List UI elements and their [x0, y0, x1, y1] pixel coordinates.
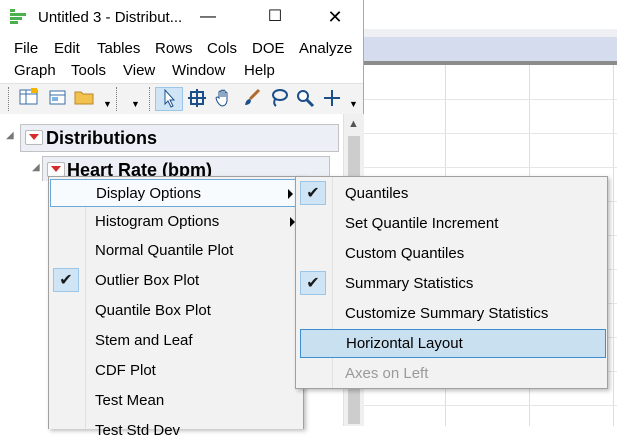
display-options-submenu: ✔ Quantiles Set Quantile Increment Custo…: [295, 176, 608, 389]
menu-item-quantiles[interactable]: ✔ Quantiles: [296, 179, 607, 209]
open-icon[interactable]: [47, 88, 69, 110]
menu-item-test-mean[interactable]: Test Mean: [49, 386, 303, 416]
menu-item-axes-on-left: Axes on Left: [296, 359, 607, 389]
menu-item-outlier-box-plot[interactable]: ✔ Outlier Box Plot: [49, 266, 303, 296]
menu-item-summary-statistics[interactable]: ✔ Summary Statistics: [296, 269, 607, 299]
menu-item-customize-summary-statistics[interactable]: Customize Summary Statistics: [296, 299, 607, 329]
menu-item-label: Quantile Box Plot: [95, 302, 211, 319]
menu-tools[interactable]: Tools: [71, 62, 106, 79]
menu-item-label: Set Quantile Increment: [345, 215, 499, 232]
menu-item-label: Customize Summary Statistics: [345, 305, 549, 322]
menu-item-histogram-options[interactable]: Histogram Options: [49, 207, 303, 237]
red-triangle-menu-icon[interactable]: [25, 130, 43, 145]
menu-item-label: Normal Quantile Plot: [95, 242, 234, 259]
hand-icon[interactable]: [213, 88, 237, 110]
menu-item-label: Outlier Box Plot: [95, 272, 200, 289]
maximize-button[interactable]: ☐: [252, 0, 298, 34]
menu-item-label: CDF Plot: [95, 362, 156, 379]
menu-item-display-options[interactable]: Display Options: [50, 179, 302, 207]
arrow-select-icon[interactable]: [155, 87, 183, 111]
menu-item-label: Horizontal Layout: [346, 335, 463, 352]
menu-item-label: Display Options: [96, 185, 202, 202]
close-button[interactable]: ✕: [312, 0, 358, 34]
menu-tables[interactable]: Tables: [97, 40, 140, 57]
disclosure-triangle-icon[interactable]: ◢: [32, 162, 40, 173]
submenu-arrow-icon: [288, 189, 293, 199]
menu-item-custom-quantiles[interactable]: Custom Quantiles: [296, 239, 607, 269]
menu-help[interactable]: Help: [244, 62, 275, 79]
menu-analyze[interactable]: Analyze: [299, 40, 352, 57]
menu-item-label: Quantiles: [345, 185, 409, 202]
magnifier-icon[interactable]: [294, 88, 316, 110]
menu-item-label: Axes on Left: [345, 365, 429, 382]
jmp-app-icon: [10, 9, 28, 25]
menu-window[interactable]: Window: [172, 62, 225, 79]
menu-graph[interactable]: Graph: [14, 62, 56, 79]
menu-item-cdf-plot[interactable]: CDF Plot: [49, 356, 303, 386]
lasso-icon[interactable]: [268, 88, 290, 110]
menu-item-normal-quantile-plot[interactable]: Normal Quantile Plot: [49, 236, 303, 266]
menu-item-label: Test Mean: [95, 392, 165, 409]
background-titlebar: [363, 0, 617, 30]
checkmark-icon: ✔: [300, 181, 326, 205]
disclosure-triangle-icon[interactable]: ◢: [6, 130, 14, 141]
menu-item-label: Custom Quantiles: [345, 245, 465, 262]
menu-item-label: Summary Statistics: [345, 275, 474, 292]
distributions-header-text: Distributions: [46, 128, 157, 148]
menu-cols[interactable]: Cols: [207, 40, 237, 57]
menu-item-test-std-dev[interactable]: Test Std Dev: [49, 416, 303, 446]
red-triangle-menu-icon[interactable]: [47, 162, 65, 177]
toolbar-overflow-icon[interactable]: ▼: [349, 99, 358, 109]
toolbar: ▼ ▼ ▼: [0, 83, 363, 115]
crosshair-icon[interactable]: [186, 88, 208, 110]
menu-item-stem-and-leaf[interactable]: Stem and Leaf: [49, 326, 303, 356]
menu-rows[interactable]: Rows: [155, 40, 193, 57]
menu-item-set-quantile-increment[interactable]: Set Quantile Increment: [296, 209, 607, 239]
menu-item-quantile-box-plot[interactable]: Quantile Box Plot: [49, 296, 303, 326]
menu-item-label: Stem and Leaf: [95, 332, 193, 349]
red-triangle-context-menu: Display Options Histogram Options Normal…: [48, 176, 304, 439]
checkmark-icon: ✔: [300, 271, 326, 295]
menu-doe[interactable]: DOE: [252, 40, 285, 57]
menu-file[interactable]: File: [14, 40, 38, 57]
checkmark-icon: ✔: [53, 268, 79, 292]
menu-item-label: Test Std Dev: [95, 422, 181, 439]
toolbar-overflow-icon[interactable]: ▼: [103, 99, 112, 109]
window-title: Untitled 3 - Distribut...: [38, 9, 183, 26]
menu-bar: File Edit Tables Rows Cols DOE Analyze G…: [0, 36, 363, 82]
minimize-button[interactable]: —: [185, 0, 231, 34]
new-data-table-icon[interactable]: [18, 88, 40, 110]
menu-edit[interactable]: Edit: [54, 40, 80, 57]
folder-icon[interactable]: [74, 88, 96, 110]
brush-icon[interactable]: [241, 88, 263, 110]
menu-item-label: Histogram Options: [95, 213, 220, 230]
menu-item-horizontal-layout[interactable]: Horizontal Layout: [300, 329, 606, 358]
toolbar-overflow-icon[interactable]: ▼: [131, 99, 140, 109]
distributions-outline-header[interactable]: Distributions: [20, 124, 339, 152]
scroll-up-icon[interactable]: ▲: [348, 118, 359, 130]
title-bar[interactable]: Untitled 3 - Distribut... — ☐ ✕: [0, 0, 363, 34]
menu-view[interactable]: View: [123, 62, 155, 79]
plus-icon[interactable]: [321, 88, 343, 110]
background-table-header: [363, 37, 617, 61]
